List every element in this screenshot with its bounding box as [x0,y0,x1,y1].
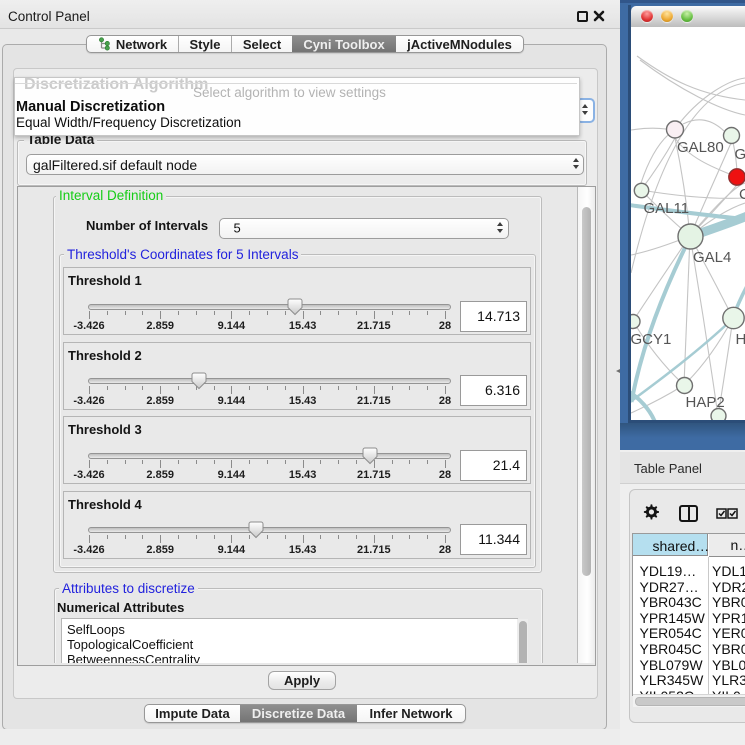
svg-text:GAL11: GAL11 [644,200,690,217]
svg-text:GA: GA [735,146,745,163]
svg-text:C: C [739,186,745,203]
svg-text:H: H [736,331,745,348]
svg-text:GCY1: GCY1 [631,331,671,348]
svg-text:HAP2: HAP2 [686,394,725,411]
svg-text:GAL80: GAL80 [677,139,724,156]
svg-text:GAL4: GAL4 [693,249,731,266]
